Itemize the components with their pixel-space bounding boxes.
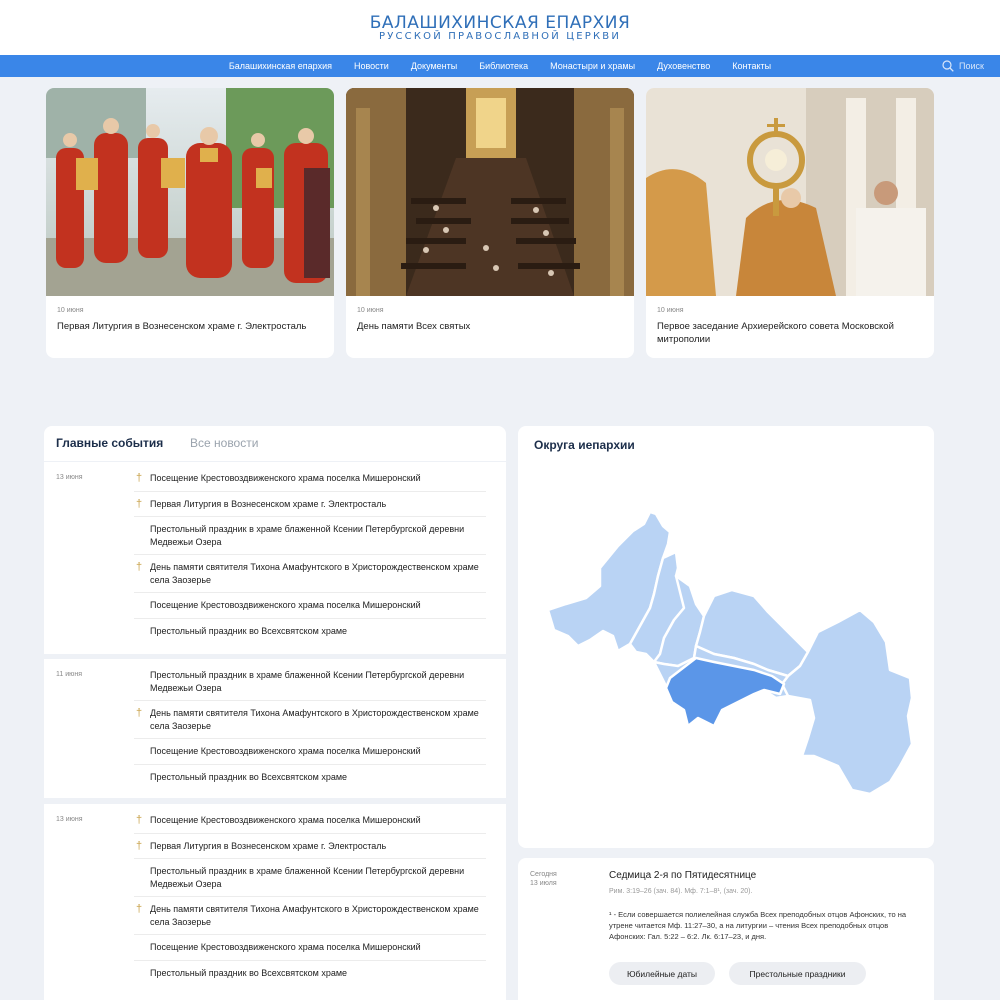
map-title: Округа иепархии bbox=[534, 438, 635, 452]
event-group: 11 июня Престольный праздник в храме бла… bbox=[44, 659, 506, 798]
event-group: 13 июня † Посещение Крестовоздвиженского … bbox=[44, 804, 506, 1000]
event-item-text: Посещение Крестовоздвиженского храма пос… bbox=[150, 815, 421, 825]
event-item[interactable]: Престольный праздник в храме блаженной К… bbox=[134, 859, 486, 897]
calendar-note: ¹ - Если совершается полиелейная служба … bbox=[609, 910, 907, 941]
event-item[interactable]: † День памяти святителя Тихона Амафунтско… bbox=[134, 897, 486, 935]
site-header: БАЛАШИХИНСКАЯ ЕПАРХИЯ РУССКОЙ ПРАВОСЛАВН… bbox=[0, 0, 1000, 55]
event-list: † Посещение Крестовоздвиженского храма по… bbox=[134, 808, 486, 985]
event-item-text: День памяти святителя Тихона Амафунтског… bbox=[150, 708, 479, 731]
event-group-date: 13 июня bbox=[56, 816, 83, 823]
news-date: 10 июня bbox=[657, 307, 684, 314]
event-item[interactable]: Престольный праздник во Всехсвятском хра… bbox=[134, 765, 486, 790]
event-item[interactable]: † Первая Литургия в Вознесенском храме г.… bbox=[134, 834, 486, 859]
diocese-map bbox=[546, 510, 914, 796]
news-title[interactable]: День памяти Всех святых bbox=[357, 320, 622, 333]
tab-main-events[interactable]: Главные события bbox=[56, 436, 163, 450]
event-item-text: Первая Литургия в Вознесенском храме г. … bbox=[150, 498, 387, 509]
news-card[interactable]: 10 июня Первое заседание Архиерейского с… bbox=[646, 88, 934, 358]
event-item-text: Престольный праздник во Всехсвятском хра… bbox=[150, 967, 348, 978]
news-date: 10 июня bbox=[57, 307, 84, 314]
event-item[interactable]: † Первая Литургия в Вознесенском храме г.… bbox=[134, 492, 486, 517]
calendar-date: 13 июля bbox=[530, 880, 557, 887]
event-item-text: Посещение Крестовоздвиженского храма пос… bbox=[150, 942, 421, 952]
cross-icon: † bbox=[136, 839, 143, 852]
tab-all-news[interactable]: Все новости bbox=[190, 436, 258, 450]
calendar-title[interactable]: Седмица 2-я по Пятидесятнице bbox=[609, 870, 756, 881]
event-item[interactable]: Престольный праздник в храме блаженной К… bbox=[134, 517, 486, 555]
event-item-text: Престольный праздник во Всехсвятском хра… bbox=[150, 625, 348, 636]
event-item[interactable]: † Посещение Крестовоздвиженского храма по… bbox=[134, 808, 486, 834]
logo-title[interactable]: БАЛАШИХИНСКАЯ ЕПАРХИЯ bbox=[0, 13, 1000, 33]
event-item[interactable]: Посещение Крестовоздвиженского храма пос… bbox=[134, 739, 486, 765]
nav-item-documents[interactable]: Документы bbox=[400, 55, 468, 77]
news-photo-monstrance[interactable] bbox=[646, 88, 934, 296]
cross-icon: † bbox=[136, 707, 143, 719]
nav-item-contacts[interactable]: Контакты bbox=[721, 55, 782, 77]
event-item-text: День памяти святителя Тихона Амафунтског… bbox=[150, 904, 479, 927]
event-item-text: Престольный праздник в храме блаженной К… bbox=[150, 670, 465, 693]
event-list: Престольный праздник в храме блаженной К… bbox=[134, 663, 486, 789]
event-item[interactable]: Престольный праздник во Всехсвятском хра… bbox=[134, 961, 486, 986]
event-item-text: Престольный праздник во Всехсвятском хра… bbox=[150, 771, 348, 782]
event-list: † Посещение Крестовоздвиженского храма по… bbox=[134, 466, 486, 643]
event-item-text: Престольный праздник в храме блаженной К… bbox=[150, 866, 465, 889]
cross-icon: † bbox=[136, 497, 143, 510]
event-item-text: Престольный праздник в храме блаженной К… bbox=[150, 524, 465, 547]
news-title[interactable]: Первая Литургия в Вознесенском храме г. … bbox=[57, 320, 322, 333]
news-card[interactable]: 10 июня Первая Литургия в Вознесенском х… bbox=[46, 88, 334, 358]
cross-icon: † bbox=[136, 814, 143, 826]
news-card[interactable]: 10 июня День памяти Всех святых bbox=[346, 88, 634, 358]
event-group-date: 11 июня bbox=[56, 671, 83, 678]
events-tabs: Главные события Все новости bbox=[44, 426, 506, 461]
event-item[interactable]: Посещение Крестовоздвиженского храма пос… bbox=[134, 593, 486, 619]
event-item[interactable]: † День памяти святителя Тихона Амафунтско… bbox=[134, 701, 486, 739]
calendar-today-label: Сегодня bbox=[530, 871, 557, 878]
event-item-text: Первая Литургия в Вознесенском храме г. … bbox=[150, 840, 387, 851]
map-panel: Округа иепархии bbox=[518, 426, 934, 848]
nav-item-library[interactable]: Библиотека bbox=[468, 55, 539, 77]
search-box[interactable]: Поиск bbox=[942, 55, 984, 77]
news-title[interactable]: Первое заседание Архиерейского совета Мо… bbox=[657, 320, 922, 346]
map-region-east[interactable] bbox=[780, 608, 914, 796]
calendar-panel: Сегодня 13 июля Седмица 2-я по Пятидесят… bbox=[518, 858, 934, 1000]
search-icon[interactable] bbox=[942, 60, 954, 72]
event-item[interactable]: † Посещение Крестовоздвиженского храма по… bbox=[134, 466, 486, 492]
event-item[interactable]: Престольный праздник в храме блаженной К… bbox=[134, 663, 486, 701]
event-group-date: 13 июня bbox=[56, 474, 83, 481]
nav-item-clergy[interactable]: Духовенство bbox=[646, 55, 721, 77]
event-item-text: Посещение Крестовоздвиженского храма пос… bbox=[150, 746, 421, 756]
event-item[interactable]: Престольный праздник во Всехсвятском хра… bbox=[134, 619, 486, 644]
news-photo-church-interior[interactable] bbox=[346, 88, 634, 296]
event-item-text: Посещение Крестовоздвиженского храма пос… bbox=[150, 473, 421, 483]
event-item[interactable]: † День памяти святителя Тихона Амафунтско… bbox=[134, 555, 486, 593]
event-item-text: День памяти святителя Тихона Амафунтског… bbox=[150, 562, 479, 585]
patronal-feasts-button[interactable]: Престольные праздники bbox=[729, 962, 866, 985]
news-photo-procession[interactable] bbox=[46, 88, 334, 296]
calendar-today: Сегодня 13 июля bbox=[530, 870, 557, 888]
main-nav: Балашихинская епархия Новости Документы … bbox=[0, 55, 1000, 77]
nav-item-news[interactable]: Новости bbox=[343, 55, 400, 77]
event-group: 13 июня † Посещение Крестовоздвиженского … bbox=[44, 462, 506, 654]
nav-item-monasteries[interactable]: Монастыри и храмы bbox=[539, 55, 646, 77]
cross-icon: † bbox=[136, 561, 143, 573]
cross-icon: † bbox=[136, 472, 143, 484]
jubilee-dates-button[interactable]: Юбилейные даты bbox=[609, 962, 715, 985]
calendar-readings: Рим. 3:19–26 (зач. 84). Мф. 7:1–8¹, (зач… bbox=[609, 888, 753, 895]
nav-item-eparchy[interactable]: Балашихинская епархия bbox=[218, 55, 343, 77]
cross-icon: † bbox=[136, 903, 143, 915]
logo-subtitle[interactable]: РУССКОЙ ПРАВОСЛАВНОЙ ЦЕРКВИ bbox=[0, 31, 1000, 42]
news-date: 10 июня bbox=[357, 307, 384, 314]
event-item[interactable]: Посещение Крестовоздвиженского храма пос… bbox=[134, 935, 486, 961]
search-label: Поиск bbox=[959, 61, 984, 71]
event-item-text: Посещение Крестовоздвиженского храма пос… bbox=[150, 600, 421, 610]
